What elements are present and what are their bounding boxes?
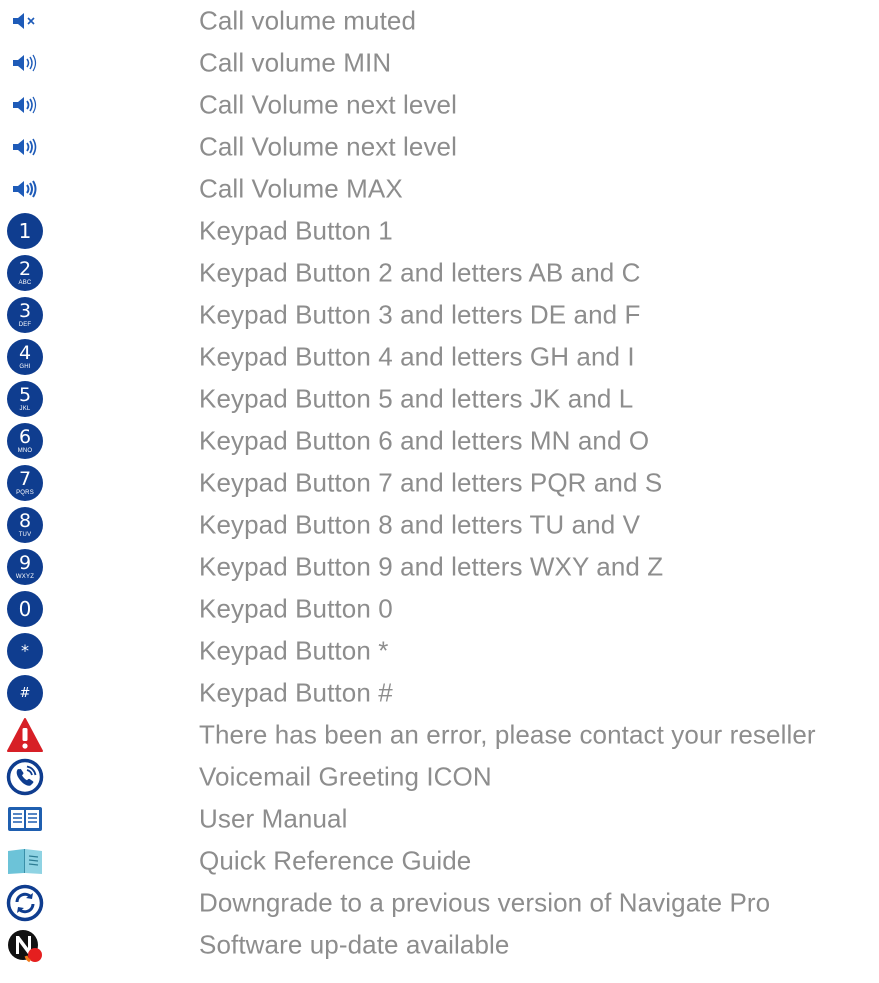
software-update-icon — [6, 926, 44, 964]
legend-label: Keypad Button 3 and letters DE and F — [199, 299, 641, 330]
legend-row-keypad-3: 3 DEF Keypad Button 3 and letters DE and … — [0, 294, 879, 336]
legend-label: Keypad Button * — [199, 635, 389, 666]
legend-label: Keypad Button 4 and letters GH and I — [199, 341, 635, 372]
legend-row-call-volume-muted: Call volume muted — [0, 0, 879, 42]
legend-label: Call Volume MAX — [199, 173, 403, 204]
keypad-4-icon: 4 GHI — [6, 338, 44, 376]
legend-label: Keypad Button 1 — [199, 215, 393, 246]
legend-row-error: There has been an error, please contact … — [0, 714, 879, 756]
legend-row-call-volume-level-2: Call Volume next level — [0, 84, 879, 126]
legend-row-keypad-6: 6 MNO Keypad Button 6 and letters MN and … — [0, 420, 879, 462]
legend-label: Call volume muted — [199, 5, 417, 36]
legend-row-keypad-1: 1 Keypad Button 1 — [0, 210, 879, 252]
quick-reference-guide-icon — [6, 842, 44, 880]
user-manual-icon — [6, 800, 44, 838]
legend-row-call-volume-min: Call volume MIN — [0, 42, 879, 84]
speaker-level-2-icon — [6, 86, 44, 124]
legend-label: Keypad Button # — [199, 677, 393, 708]
keypad-6-icon: 6 MNO — [6, 422, 44, 460]
speaker-muted-icon — [6, 2, 44, 40]
legend-label: Keypad Button 0 — [199, 593, 393, 624]
speaker-max-icon — [6, 170, 44, 208]
keypad-2-icon: 2 ABC — [6, 254, 44, 292]
legend-row-keypad-5: 5 JKL Keypad Button 5 and letters JK and … — [0, 378, 879, 420]
legend-row-keypad-hash: # Keypad Button # — [0, 672, 879, 714]
legend-label: Keypad Button 9 and letters WXY and Z — [199, 551, 664, 582]
legend-row-keypad-2: 2 ABC Keypad Button 2 and letters AB and … — [0, 252, 879, 294]
legend-label: Keypad Button 2 and letters AB and C — [199, 257, 641, 288]
keypad-5-icon: 5 JKL — [6, 380, 44, 418]
keypad-0-icon: 0 — [6, 590, 44, 628]
legend-row-user-manual: User Manual — [0, 798, 879, 840]
speaker-level-3-icon — [6, 128, 44, 166]
legend-row-keypad-8: 8 TUV Keypad Button 8 and letters TU and … — [0, 504, 879, 546]
legend-row-keypad-9: 9 WXYZ Keypad Button 9 and letters WXY an… — [0, 546, 879, 588]
icon-legend: Call volume muted Call volume MIN Call V… — [0, 0, 879, 983]
legend-label: Keypad Button 6 and letters MN and O — [199, 425, 650, 456]
legend-row-downgrade: Downgrade to a previous version of Navig… — [0, 882, 879, 924]
legend-label: Call Volume next level — [199, 89, 457, 120]
legend-label: Quick Reference Guide — [199, 845, 472, 876]
legend-row-keypad-star: * Keypad Button * — [0, 630, 879, 672]
keypad-1-icon: 1 — [6, 212, 44, 250]
legend-label: Call volume MIN — [199, 47, 392, 78]
voicemail-greeting-icon — [6, 758, 44, 796]
legend-label: Keypad Button 8 and letters TU and V — [199, 509, 641, 540]
speaker-min-icon — [6, 44, 44, 82]
legend-label: User Manual — [199, 803, 348, 834]
keypad-9-icon: 9 WXYZ — [6, 548, 44, 586]
legend-label: Keypad Button 5 and letters JK and L — [199, 383, 634, 414]
keypad-hash-icon: # — [6, 674, 44, 712]
legend-row-keypad-4: 4 GHI Keypad Button 4 and letters GH and … — [0, 336, 879, 378]
keypad-star-icon: * — [6, 632, 44, 670]
legend-label: Keypad Button 7 and letters PQR and S — [199, 467, 663, 498]
legend-row-call-volume-level-3: Call Volume next level — [0, 126, 879, 168]
legend-label: Voicemail Greeting ICON — [199, 761, 492, 792]
legend-label: Call Volume next level — [199, 131, 457, 162]
keypad-8-icon: 8 TUV — [6, 506, 44, 544]
legend-row-software-update: Software up-date available — [0, 924, 879, 966]
legend-row-keypad-7: 7 PQRS Keypad Button 7 and letters PQR an… — [0, 462, 879, 504]
downgrade-icon — [6, 884, 44, 922]
legend-label: Software up-date available — [199, 929, 510, 960]
keypad-3-icon: 3 DEF — [6, 296, 44, 334]
legend-row-call-volume-max: Call Volume MAX — [0, 168, 879, 210]
legend-row-voicemail-greeting: Voicemail Greeting ICON — [0, 756, 879, 798]
legend-row-keypad-0: 0 Keypad Button 0 — [0, 588, 879, 630]
legend-label: There has been an error, please contact … — [199, 719, 816, 750]
keypad-7-icon: 7 PQRS — [6, 464, 44, 502]
legend-row-quick-reference-guide: Quick Reference Guide — [0, 840, 879, 882]
legend-label: Downgrade to a previous version of Navig… — [199, 887, 771, 918]
error-warning-icon — [6, 716, 44, 754]
